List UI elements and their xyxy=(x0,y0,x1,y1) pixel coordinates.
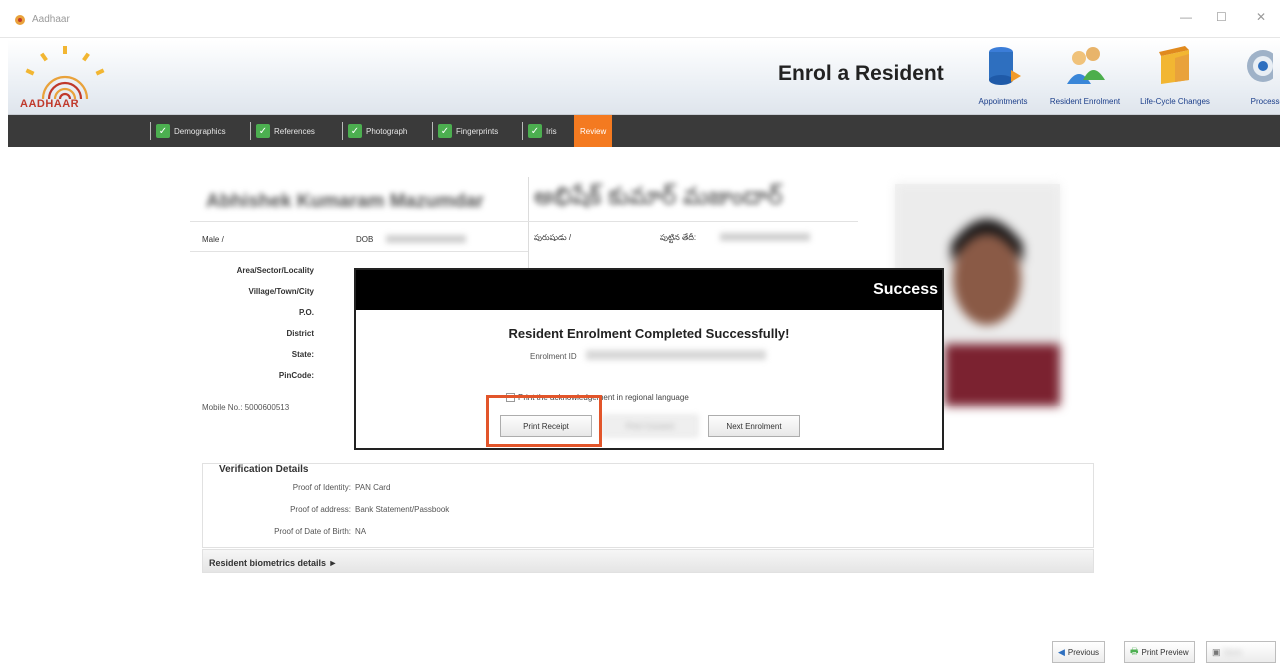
step-label: References xyxy=(274,126,315,136)
step-label: Demographics xyxy=(174,126,226,136)
enrolment-steps-bar: ✓ Demographics ✓ References ✓ Photograph… xyxy=(8,115,1280,147)
step-label: Review xyxy=(580,126,607,136)
resident-name-telugu: అభిషేక్ కుమార్ మజుందార్ xyxy=(534,183,783,210)
resident-enrolment-button[interactable]: Resident Enrolment xyxy=(1040,44,1130,106)
users-icon xyxy=(1067,47,1105,84)
tab-references[interactable]: ✓ References xyxy=(250,119,315,143)
aadhaar-app-icon xyxy=(15,15,25,25)
processes-button[interactable]: Processes xyxy=(1218,44,1280,106)
save-icon: ▣ xyxy=(1212,646,1221,657)
proof-dob-label: Proof of Date of Birth: xyxy=(274,527,351,536)
step-label: Iris xyxy=(546,126,557,136)
divider xyxy=(190,221,528,222)
life-cycle-changes-button[interactable]: Life-Cycle Changes xyxy=(1130,44,1220,106)
resident-name-english: Abhishek Kumaram Mazumdar xyxy=(206,191,484,212)
tab-photograph[interactable]: ✓ Photograph xyxy=(342,119,407,143)
save-button[interactable]: ▣ Save xyxy=(1206,641,1276,663)
print-preview-button[interactable]: 🖶 Print Preview xyxy=(1124,641,1195,663)
step-label: Photograph xyxy=(366,126,408,136)
divider xyxy=(250,122,251,140)
window-title: Aadhaar xyxy=(32,14,70,25)
dob-telugu-label: పుట్టిన తేదీ: xyxy=(660,233,697,242)
logo-text: AADHAAR xyxy=(20,98,80,110)
save-label: Save xyxy=(1223,647,1242,657)
enrolment-id-label: Enrolment ID xyxy=(530,352,577,361)
proof-dob-value: NA xyxy=(355,527,367,536)
check-icon: ✓ xyxy=(156,124,170,138)
dialog-header: Success xyxy=(356,270,942,310)
minimize-button[interactable]: — xyxy=(1180,10,1192,24)
check-icon: ✓ xyxy=(438,124,452,138)
biometrics-label: Resident biometrics details ► xyxy=(209,558,338,568)
gender-telugu-label: పురుషుడు / xyxy=(534,233,572,242)
dob-telugu-value xyxy=(720,233,810,241)
next-enrolment-button[interactable]: Next Enrolment xyxy=(708,415,800,437)
proof-identity-label: Proof of Identity: xyxy=(292,483,351,492)
divider xyxy=(432,122,433,140)
tab-fingerprints[interactable]: ✓ Fingerprints xyxy=(432,119,498,143)
address-label: Area/Sector/Locality xyxy=(236,266,314,275)
check-icon: ✓ xyxy=(348,124,362,138)
proof-identity-value: PAN Card xyxy=(355,483,391,492)
address-label: Village/Town/City xyxy=(248,287,315,296)
gender-label: Male / xyxy=(202,235,224,244)
print-consent-button[interactable]: Print Consent xyxy=(602,415,698,437)
proof-address-label: Proof of address: xyxy=(290,505,351,514)
tool-label: Resident Enrolment xyxy=(1049,97,1121,106)
tab-iris[interactable]: ✓ Iris xyxy=(522,119,557,143)
enrolment-id-value xyxy=(586,350,766,360)
tool-label: Appointments xyxy=(978,97,1028,106)
window-titlebar: Aadhaar — ☐ ✕ xyxy=(0,0,1280,38)
previous-button[interactable]: ◀ Previous xyxy=(1052,641,1106,663)
maximize-button[interactable]: ☐ xyxy=(1216,10,1227,24)
verification-title: Verification Details xyxy=(219,464,309,475)
address-label: P.O. xyxy=(299,308,314,317)
proof-address-value: Bank Statement/Passbook xyxy=(355,505,450,514)
success-message: Resident Enrolment Completed Successfull… xyxy=(508,326,790,341)
check-icon: ✓ xyxy=(528,124,542,138)
verification-details-panel: Verification Details Proof of Identity: … xyxy=(202,463,1094,548)
check-icon: ✓ xyxy=(256,124,270,138)
previous-label: Previous xyxy=(1067,647,1100,657)
tool-label: Processes xyxy=(1250,97,1280,106)
tab-review[interactable]: Review xyxy=(574,115,613,147)
dob-value xyxy=(386,235,466,243)
page-title: Enrol a Resident xyxy=(778,62,944,85)
arrow-left-icon: ◀ xyxy=(1058,646,1065,657)
box-icon xyxy=(1159,46,1189,84)
dialog-title: Success xyxy=(873,281,938,298)
database-icon xyxy=(989,47,1021,85)
success-dialog: Success Resident Enrolment Completed Suc… xyxy=(354,268,944,450)
print-receipt-highlight xyxy=(486,395,602,447)
tool-label: Life-Cycle Changes xyxy=(1140,97,1210,106)
divider xyxy=(522,122,523,140)
divider xyxy=(150,122,151,140)
divider xyxy=(342,122,343,140)
mobile-number: Mobile No.: 5000600513 xyxy=(202,403,290,412)
divider xyxy=(528,221,858,222)
resident-biometrics-expander[interactable]: Resident biometrics details ► xyxy=(202,549,1094,573)
address-label: State: xyxy=(291,350,314,359)
dob-label: DOB xyxy=(356,235,374,244)
printer-icon: 🖶 xyxy=(1130,646,1139,656)
tab-demographics[interactable]: ✓ Demographics xyxy=(150,119,226,143)
app-header: AADHAAR Enrol a Resident Appointments Re… xyxy=(8,40,1280,115)
close-button[interactable]: ✕ xyxy=(1256,10,1266,24)
address-label: District xyxy=(286,329,314,338)
divider xyxy=(190,251,528,252)
address-label: PinCode: xyxy=(278,371,314,380)
gear-icon xyxy=(1247,50,1279,82)
step-label: Fingerprints xyxy=(456,126,499,136)
appointments-button[interactable]: Appointments xyxy=(958,44,1048,106)
print-preview-label: Print Preview xyxy=(1141,647,1189,657)
